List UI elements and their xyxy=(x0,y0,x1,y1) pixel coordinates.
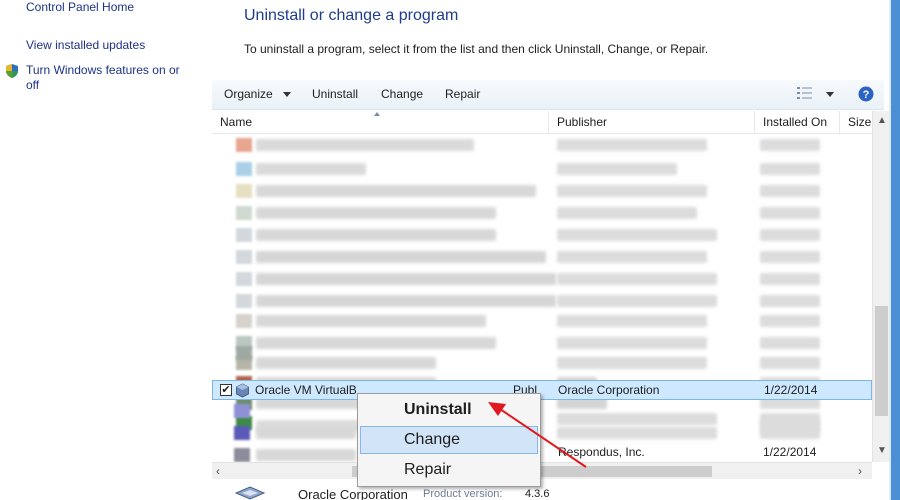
list-item[interactable] xyxy=(212,248,872,266)
view-installed-updates-link[interactable]: View installed updates xyxy=(26,38,145,53)
toolbar-change-button[interactable]: Change xyxy=(381,87,423,101)
help-icon[interactable]: ? xyxy=(858,86,874,102)
column-name[interactable]: Name xyxy=(212,111,549,134)
scroll-down-icon[interactable]: ▼ xyxy=(877,445,887,456)
turn-windows-features-link-line2[interactable]: off xyxy=(26,78,39,93)
svg-text:?: ? xyxy=(863,89,870,101)
left-task-pane: Control Panel Home View installed update… xyxy=(0,0,205,500)
list-item[interactable] xyxy=(212,182,872,200)
column-publisher[interactable]: Publisher xyxy=(549,111,755,134)
organize-dropdown-icon[interactable] xyxy=(283,92,291,97)
details-publisher: Oracle Corporation xyxy=(298,487,408,500)
view-dropdown-icon[interactable] xyxy=(826,92,834,97)
list-item[interactable] xyxy=(212,324,872,360)
vertical-scroll-thumb[interactable] xyxy=(875,306,888,416)
sort-ascending-icon xyxy=(374,112,380,116)
scroll-left-icon[interactable]: ‹ xyxy=(216,464,220,478)
page-title: Uninstall or change a program xyxy=(244,7,459,24)
program-details-icon xyxy=(234,486,266,500)
scroll-right-icon[interactable]: › xyxy=(858,464,862,478)
control-panel-home-link[interactable]: Control Panel Home xyxy=(26,0,134,15)
list-item[interactable] xyxy=(212,360,872,432)
list-item[interactable] xyxy=(212,226,872,244)
column-installed-on[interactable]: Installed On xyxy=(755,111,840,134)
list-column-header: Name Publisher Installed On Size xyxy=(212,111,884,134)
virtualbox-icon xyxy=(236,383,249,398)
annotation-arrow xyxy=(488,402,587,468)
scroll-up-icon[interactable]: ▲ xyxy=(877,115,887,126)
row-installed-on: 1/22/2014 xyxy=(763,445,817,459)
shield-icon xyxy=(6,64,18,78)
details-product-version: 4.3.6 xyxy=(525,488,550,500)
command-toolbar: Organize Uninstall Change Repair xyxy=(212,80,884,110)
list-item[interactable] xyxy=(212,160,872,178)
list-item[interactable] xyxy=(212,270,872,288)
selected-installed-on: 1/22/2014 xyxy=(764,383,818,397)
vertical-scrollbar[interactable]: ▲ ▼ xyxy=(872,111,889,462)
toolbar-repair-button[interactable]: Repair xyxy=(445,87,480,101)
details-product-version-label: Product version: xyxy=(423,488,503,500)
page-description: To uninstall a program, select it from t… xyxy=(244,42,709,56)
details-pane: Oracle Corporation Product version: 4.3.… xyxy=(212,479,900,500)
view-options-icon[interactable] xyxy=(797,86,813,100)
turn-windows-features-link[interactable]: Turn Windows features on or xyxy=(26,63,180,78)
toolbar-uninstall-button[interactable]: Uninstall xyxy=(312,87,358,101)
selected-program-name: Oracle VM VirtualB xyxy=(255,383,357,397)
list-item[interactable] xyxy=(212,292,872,310)
window-border-inner xyxy=(889,0,891,500)
row-checkbox[interactable]: ✔ xyxy=(220,384,232,396)
list-item[interactable] xyxy=(212,136,872,154)
list-item[interactable] xyxy=(212,204,872,222)
organize-button[interactable]: Organize xyxy=(224,87,273,101)
